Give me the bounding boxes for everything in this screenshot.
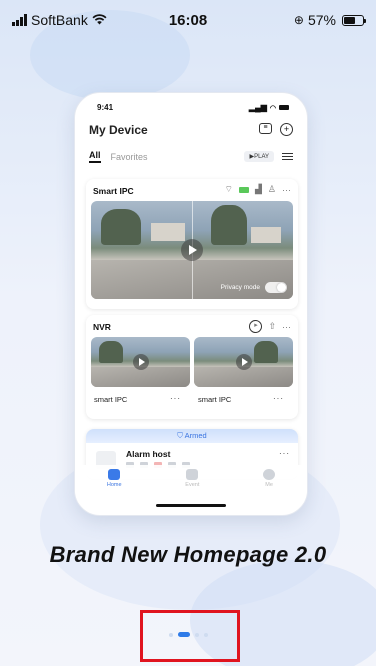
privacy-mode-label: Privacy mode (220, 284, 260, 291)
battery-icon (342, 14, 366, 26)
channel-label: smart IPC (94, 395, 128, 404)
mockup-bottom-nav: Home Event Me (75, 465, 307, 503)
profile-icon (263, 469, 276, 480)
mockup-nav-event: Event (185, 469, 199, 488)
privacy-toggle (265, 282, 287, 293)
nav-label: Me (265, 482, 273, 488)
home-indicator (156, 504, 226, 507)
device-name: Alarm host (126, 449, 171, 459)
message-icon: ≡ (259, 123, 272, 134)
page-dot[interactable] (168, 632, 173, 637)
status-bar: SoftBank 16:08 ⊕ 57% (0, 0, 376, 40)
device-name: Smart IPC (93, 186, 134, 196)
page-dot[interactable] (194, 632, 199, 637)
more-icon: ··· (170, 394, 181, 403)
phone-mockup: 9:41 ▂▄▆ ◠ My Device ≡ + All Favorites ▶… (74, 92, 308, 516)
mockup-nav-me: Me (263, 469, 276, 488)
privacy-mode: Privacy mode (221, 282, 287, 293)
mockup-nav-home: Home (107, 469, 122, 488)
mockup-nvr-card: NVR ▸ ⇧ ··· smart IPC ··· smart IPC ··· (86, 315, 298, 419)
page-dot[interactable] (203, 632, 208, 637)
page-dot-active[interactable] (177, 632, 190, 637)
battery-percent: 57% (307, 12, 336, 28)
armed-status: ⛉ Armed (86, 429, 298, 443)
menu-icon (282, 152, 293, 161)
more-icon: ··· (282, 321, 291, 332)
onboarding-headline: Brand New Homepage 2.0 (49, 542, 327, 567)
camera-preview: Privacy mode (91, 201, 293, 299)
nav-label: Home (106, 482, 122, 488)
mockup-header-icons: ≡ + (259, 123, 293, 136)
device-name: NVR (93, 322, 111, 332)
mockup-status-icons: ▂▄▆ ◠ (249, 103, 289, 112)
person-icon: ♙ (267, 184, 276, 194)
share-icon: ⇧ (268, 321, 276, 331)
page-indicator[interactable] (0, 632, 376, 637)
device-action-icons: ▸ ⇧ ··· (249, 320, 291, 333)
home-icon (108, 469, 121, 480)
add-icon: + (280, 123, 293, 136)
signal-icon: ▟ (255, 184, 262, 194)
channel-preview (91, 337, 190, 387)
more-icon: ··· (279, 449, 290, 458)
armed-label: Armed (184, 431, 207, 440)
mockup-tab-all: All (89, 150, 101, 163)
shield-icon: ⛉ (177, 431, 183, 440)
channel-label: smart IPC (198, 395, 232, 404)
playback-icon: ▸ (249, 320, 263, 333)
more-icon: ··· (282, 184, 291, 195)
play-icon (235, 354, 252, 370)
orientation-lock-icon: ⊕ (293, 13, 304, 27)
mockup-play-button: ▶PLAY (244, 151, 274, 162)
battery-icon (239, 186, 249, 193)
mockup-tab-favorites: Favorites (110, 151, 148, 162)
mockup-status-bar: 9:41 ▂▄▆ ◠ (97, 103, 289, 112)
play-icon (132, 354, 149, 370)
status-right: ⊕ 57% (293, 12, 366, 28)
mockup-page-title: My Device (89, 123, 148, 137)
mockup-time: 9:41 (97, 103, 114, 112)
wifi-icon: ⌔ (224, 184, 233, 194)
channel-preview (194, 337, 293, 387)
device-status-icons: ⌔ ▟ ♙ ··· (225, 184, 291, 195)
mockup-device-card: Smart IPC ⌔ ▟ ♙ ··· Privacy mode (86, 179, 298, 309)
bell-icon (186, 469, 199, 480)
more-icon: ··· (273, 394, 284, 403)
nav-label: Event (185, 482, 200, 488)
play-icon (181, 239, 203, 261)
mockup-tabs: All Favorites ▶PLAY (89, 150, 293, 163)
